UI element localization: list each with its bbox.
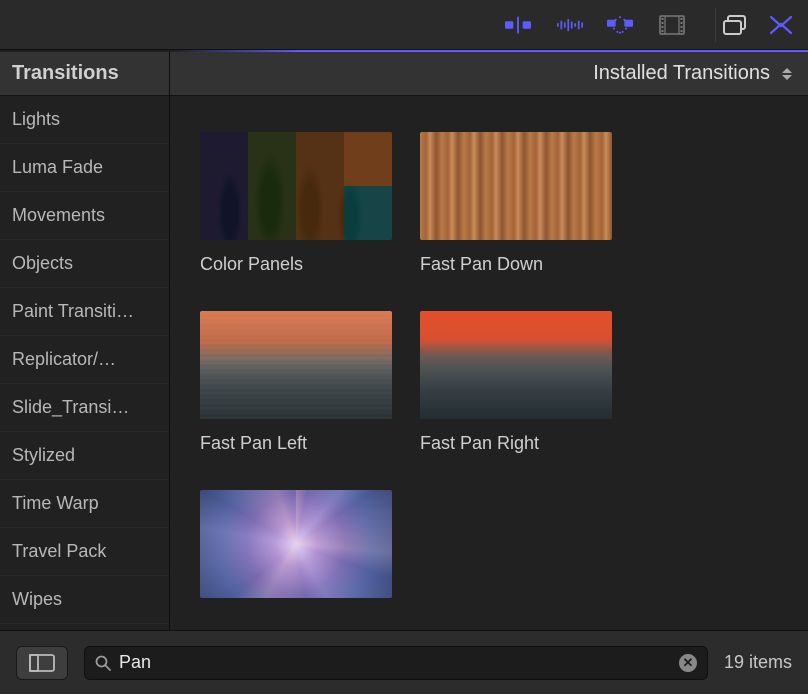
transition-item[interactable]: Fast Pan Down <box>420 132 612 275</box>
sidebar-item[interactable]: Objects <box>0 240 169 288</box>
transition-label: Fast Pan Right <box>420 433 612 454</box>
transition-thumbnail <box>200 132 392 240</box>
item-count-label: 19 items <box>724 652 792 673</box>
transition-thumbnail <box>420 311 612 419</box>
search-icon <box>95 655 111 671</box>
transition-thumbnail <box>200 490 392 598</box>
search-input[interactable] <box>119 652 671 673</box>
sidebar-item[interactable]: Lights <box>0 96 169 144</box>
layout-toggle-button[interactable] <box>16 646 68 680</box>
sidebar-item[interactable]: Time Warp <box>0 480 169 528</box>
sidebar-item[interactable]: Paint Transiti… <box>0 288 169 336</box>
content-area: Installed Transitions Color Panels Fast P… <box>170 52 808 630</box>
sidebar-title: Transitions <box>0 52 169 96</box>
transition-item[interactable]: Color Panels <box>200 132 392 275</box>
audio-waveform-icon[interactable] <box>557 15 583 35</box>
toolbar-divider <box>715 8 716 42</box>
transition-thumbnail <box>420 132 612 240</box>
sidebar: Transitions LightsLuma FadeMovementsObje… <box>0 52 170 630</box>
search-box: ✕ <box>84 646 708 680</box>
top-toolbar <box>0 0 808 50</box>
sidebar-item[interactable]: Stylized <box>0 432 169 480</box>
share-icon[interactable] <box>768 15 794 35</box>
windows-icon[interactable] <box>722 15 748 35</box>
sidebar-item[interactable]: Replicator/… <box>0 336 169 384</box>
sidebar-item[interactable]: Travel Pack <box>0 528 169 576</box>
transitions-browser-icon[interactable] <box>607 15 633 35</box>
transition-label: Color Panels <box>200 254 392 275</box>
transition-item[interactable]: Fast Pan Left <box>200 311 392 454</box>
filter-dropdown-label: Installed Transitions <box>593 62 770 85</box>
sidebar-item[interactable]: Movements <box>0 192 169 240</box>
transition-thumbnail <box>200 311 392 419</box>
sidebar-item[interactable]: Luma Fade <box>0 144 169 192</box>
filmstrip-icon[interactable] <box>659 15 685 35</box>
content-header[interactable]: Installed Transitions <box>170 52 808 96</box>
sidebar-item[interactable]: Wipes <box>0 576 169 624</box>
footer-bar: ✕ 19 items <box>0 630 808 694</box>
transitions-grid: Color Panels Fast Pan Down Fast Pan Left Fa… <box>170 96 808 630</box>
transition-item[interactable]: Fast Pan Right <box>420 311 612 454</box>
transition-label: Fast Pan Down <box>420 254 612 275</box>
updown-caret-icon <box>780 68 794 80</box>
sidebar-item[interactable]: Slide_Transi… <box>0 384 169 432</box>
transition-label: Fast Pan Left <box>200 433 392 454</box>
transition-item[interactable] <box>200 490 392 612</box>
timeline-trim-icon[interactable] <box>505 15 531 35</box>
clear-search-button[interactable]: ✕ <box>679 654 697 672</box>
